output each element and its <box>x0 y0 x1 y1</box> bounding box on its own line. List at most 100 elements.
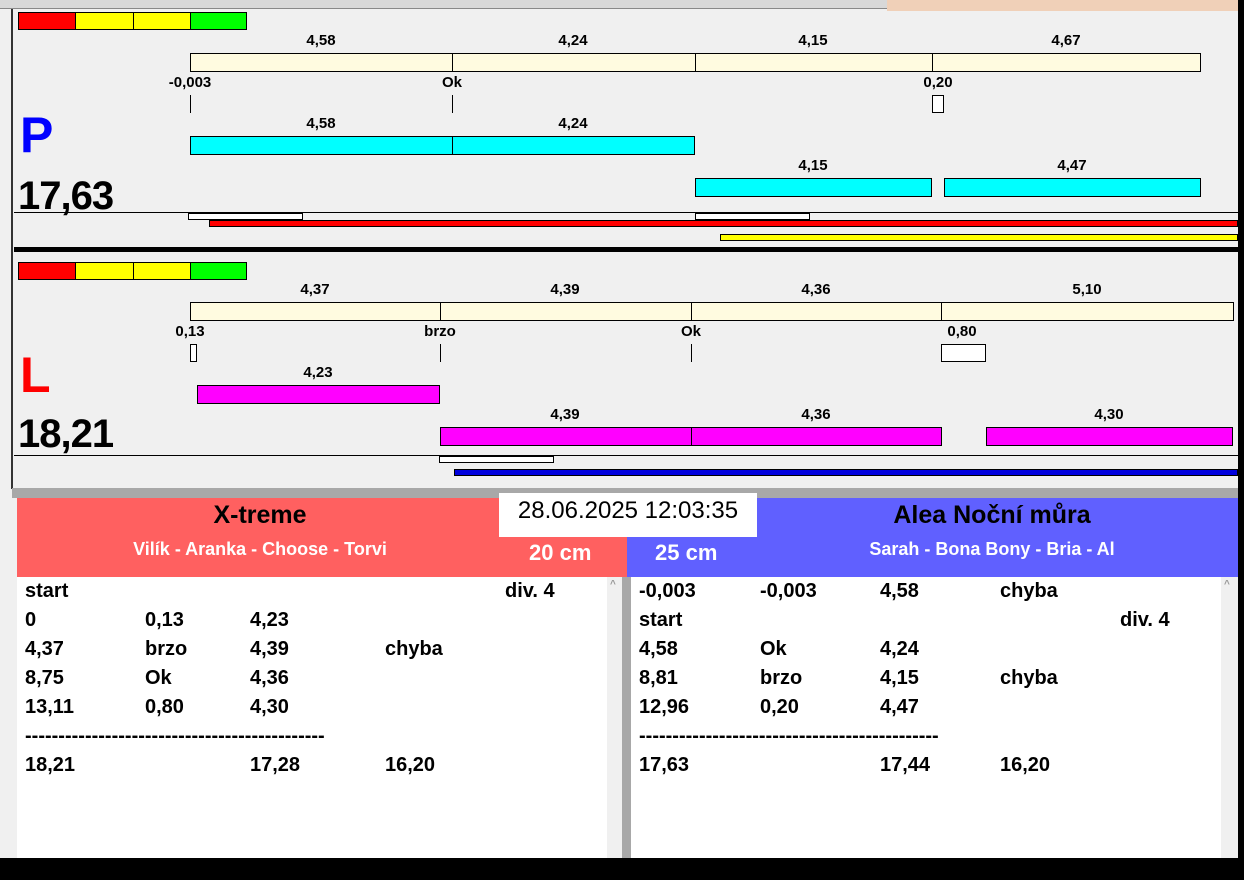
right-scrollbar[interactable]: ^ <box>1221 577 1238 858</box>
marker-label: 0,13 <box>175 323 205 340</box>
dog-names: Sarah - Bona Bony - Bria - Al <box>869 539 1115 559</box>
lane-letter-p: P <box>20 107 54 163</box>
split-label: 4,67 <box>1051 32 1081 49</box>
run-bar <box>695 178 932 197</box>
split-bar <box>932 53 1201 72</box>
result-cell: 0 <box>25 609 37 631</box>
marker-label: -0,003 <box>168 74 212 91</box>
result-cell: chyba <box>1000 580 1058 602</box>
bar-label: 4,47 <box>1057 157 1087 174</box>
result-cell: div. 4 <box>505 580 555 602</box>
split-label: 4,39 <box>550 281 580 298</box>
run-bar <box>190 136 453 155</box>
marker-label: 0,20 <box>923 74 953 91</box>
marker-label: 0,80 <box>947 323 977 340</box>
result-cell: 16,20 <box>1000 754 1051 776</box>
result-cell: 12,96 <box>639 696 690 718</box>
dog-names: Vilík - Aranka - Choose - Torvi <box>133 539 387 559</box>
bar-label: 4,24 <box>558 115 588 132</box>
split-bar <box>941 302 1234 321</box>
result-cell: Ok <box>760 638 787 660</box>
height: 20 cm <box>529 540 592 565</box>
result-cell: 0,13 <box>145 609 184 631</box>
result-cell: div. 4 <box>1120 609 1170 631</box>
result-cell: 4,23 <box>250 609 289 631</box>
marker-label: Ok <box>680 323 702 340</box>
result-cell: chyba <box>385 638 443 660</box>
run-bar <box>197 385 440 404</box>
result-cell: start <box>639 609 683 631</box>
legend-bar <box>18 262 247 280</box>
tab-strip <box>0 0 887 9</box>
left-results <box>17 577 607 858</box>
split-bar <box>190 53 453 72</box>
result-cell: 16,20 <box>385 754 436 776</box>
result-cell: 4,15 <box>880 667 919 689</box>
team-name: X-treme <box>213 501 307 529</box>
run-bar <box>452 136 695 155</box>
marker-label: Ok <box>441 74 463 91</box>
result-cell: chyba <box>1000 667 1058 689</box>
result-cell: 4,30 <box>250 696 289 718</box>
progress-red <box>209 220 1238 227</box>
result-cell: 4,58 <box>639 638 678 660</box>
height: 25 cm <box>655 540 718 565</box>
result-cell: 8,75 <box>25 667 64 689</box>
result-cell: 13,11 <box>25 696 74 718</box>
run-bar <box>440 427 692 446</box>
split-label: 4,24 <box>558 32 588 49</box>
progress-yellow <box>720 234 1238 241</box>
result-cell: 4,47 <box>880 696 919 718</box>
bar-label: 4,36 <box>801 406 831 423</box>
result-cell: 17,44 <box>880 754 931 776</box>
legend-bar <box>18 12 247 30</box>
run-bar <box>944 178 1201 197</box>
result-cell: 8,81 <box>639 667 678 689</box>
result-cell: brzo <box>760 667 803 689</box>
result-cell: 4,36 <box>250 667 289 689</box>
left-scrollbar[interactable]: ^ <box>607 577 622 858</box>
run-bar <box>986 427 1233 446</box>
split-label: 4,58 <box>306 32 336 49</box>
bar-label: 4,58 <box>306 115 336 132</box>
bar-label: 4,39 <box>550 406 580 423</box>
split-bar <box>190 302 441 321</box>
bar-label: 4,15 <box>798 157 828 174</box>
split-bar <box>452 53 696 72</box>
run-bar <box>691 427 942 446</box>
result-cell: 4,39 <box>250 638 289 660</box>
result-cell: 0,80 <box>145 696 184 718</box>
left-border <box>11 9 13 489</box>
result-cell: start <box>25 580 69 602</box>
split-label: 5,10 <box>1072 281 1102 298</box>
lane-total-l: 18,21 <box>18 412 114 456</box>
result-cell: -0,003 <box>639 580 696 602</box>
split-label: 4,36 <box>801 281 831 298</box>
team-name: Alea Noční můra <box>893 501 1091 529</box>
result-cell: 4,37 <box>25 638 64 660</box>
bar-label: 4,30 <box>1094 406 1124 423</box>
split-bar <box>440 302 692 321</box>
result-cell: 4,24 <box>880 638 919 660</box>
result-cell: ----------------------------------------… <box>639 725 939 747</box>
result-cell: -0,003 <box>760 580 817 602</box>
result-cell: 17,63 <box>639 754 690 776</box>
divider <box>14 247 1238 252</box>
result-cell: Ok <box>145 667 172 689</box>
timestamp: 28.06.2025 12:03:35 <box>499 493 757 537</box>
split-label: 4,37 <box>300 281 330 298</box>
split-bar <box>691 302 942 321</box>
lane-letter-l: L <box>20 347 51 403</box>
result-cell: 4,58 <box>880 580 919 602</box>
marker-label: brzo <box>424 323 456 340</box>
progress-blue <box>454 469 1238 476</box>
result-cell: 0,20 <box>760 696 799 718</box>
result-cell: 17,28 <box>250 754 301 776</box>
right-border <box>1238 0 1244 880</box>
bar-label: 4,23 <box>303 364 333 381</box>
result-cell: 18,21 <box>25 754 76 776</box>
header-accent <box>887 0 1238 11</box>
bottom-bar <box>0 858 1244 880</box>
result-cell: brzo <box>145 638 188 660</box>
split-label: 4,15 <box>798 32 828 49</box>
